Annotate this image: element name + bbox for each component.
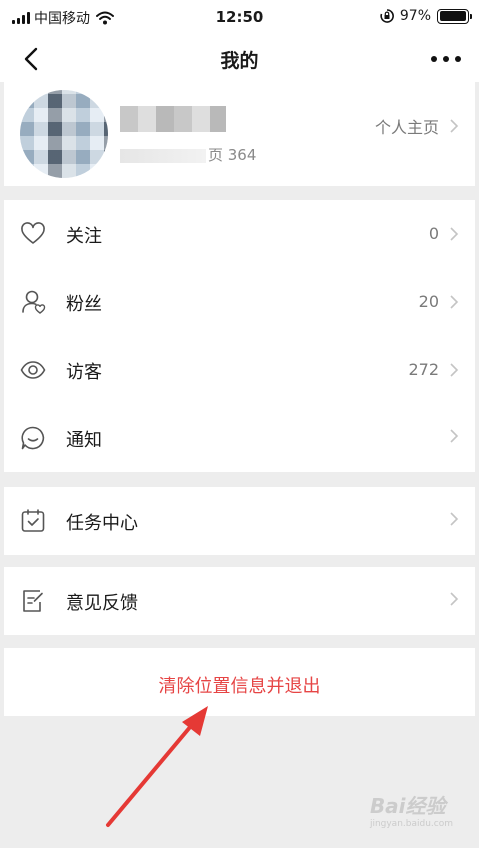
status-bar: 中国移动 12:50 97% xyxy=(0,0,479,36)
menu-item-visitors[interactable]: 访客 272 xyxy=(4,336,475,404)
chevron-right-icon xyxy=(450,592,459,606)
watermark-brand: Bai xyxy=(369,794,406,818)
chevron-right-icon xyxy=(450,512,459,526)
status-right: 97% xyxy=(380,8,472,24)
menu-item-feedback[interactable]: 意见反馈 xyxy=(4,567,475,635)
user-heart-icon xyxy=(22,290,46,314)
watermark-brand-suffix: 经验 xyxy=(405,794,446,818)
rotation-lock-icon xyxy=(380,9,394,23)
follow-count: 0 xyxy=(428,224,439,243)
menu-item-tasks[interactable]: 任务中心 xyxy=(4,487,475,555)
profile-name-blurred xyxy=(120,106,226,132)
chat-bubble-icon xyxy=(21,426,45,450)
fans-count: 20 xyxy=(418,292,439,311)
watermark-url: jingyan.baidu.com xyxy=(369,819,453,829)
battery-fill xyxy=(439,11,466,21)
menu-item-label: 通知 xyxy=(66,430,102,451)
battery-icon xyxy=(437,8,472,24)
logout-label: 清除位置信息并退出 xyxy=(158,676,321,697)
chevron-right-icon xyxy=(450,226,459,241)
menu-item-follow[interactable]: 关注 0 xyxy=(4,200,475,268)
more-options-icon[interactable] xyxy=(431,48,461,70)
menu-group-social: 关注 0 粉丝 20 访客 272 通知 xyxy=(4,200,475,472)
menu-item-right: 0 xyxy=(429,224,459,243)
edit-note-icon xyxy=(23,590,43,612)
profile-stats-suffix: 页 364 xyxy=(208,146,257,164)
visitors-count: 272 xyxy=(408,360,439,379)
heart-icon xyxy=(21,222,45,244)
avatar[interactable] xyxy=(20,90,108,178)
calendar-check-icon xyxy=(21,509,45,532)
menu-item-label: 访客 xyxy=(66,362,102,383)
menu-item-right xyxy=(439,428,459,444)
chevron-right-icon xyxy=(450,119,459,133)
battery-percent: 97% xyxy=(399,8,431,24)
blurred-text xyxy=(120,148,206,163)
menu-item-label: 任务中心 xyxy=(66,513,138,534)
menu-group-feedback: 意见反馈 xyxy=(4,567,475,635)
chevron-right-icon xyxy=(450,429,459,443)
chevron-right-icon xyxy=(450,362,459,377)
menu-item-right: 20 xyxy=(419,292,459,311)
menu-item-right: 272 xyxy=(408,360,459,379)
personal-homepage-link[interactable]: 个人主页 xyxy=(375,114,459,138)
menu-item-right xyxy=(439,511,459,527)
nav-bar: 我的 xyxy=(0,36,479,82)
menu-item-label: 粉丝 xyxy=(66,294,102,315)
chevron-right-icon xyxy=(450,294,459,309)
annotation-arrow-icon xyxy=(106,706,208,827)
clear-location-logout-button[interactable]: 清除位置信息并退出 xyxy=(4,648,475,716)
menu-item-label: 意见反馈 xyxy=(66,593,138,614)
menu-item-right xyxy=(439,591,459,607)
personal-homepage-label: 个人主页 xyxy=(374,118,439,137)
menu-item-fans[interactable]: 粉丝 20 xyxy=(4,268,475,336)
profile-stats: 页 364 xyxy=(120,144,256,165)
baidu-watermark: Bai经验 jingyan.baidu.com xyxy=(370,790,453,829)
eye-icon xyxy=(20,361,46,379)
page-title: 我的 xyxy=(220,50,259,72)
menu-item-notify[interactable]: 通知 xyxy=(4,404,475,472)
menu-group-tasks: 任务中心 xyxy=(4,487,475,555)
profile-card[interactable]: 页 364 个人主页 xyxy=(4,82,475,186)
menu-item-label: 关注 xyxy=(66,226,102,247)
